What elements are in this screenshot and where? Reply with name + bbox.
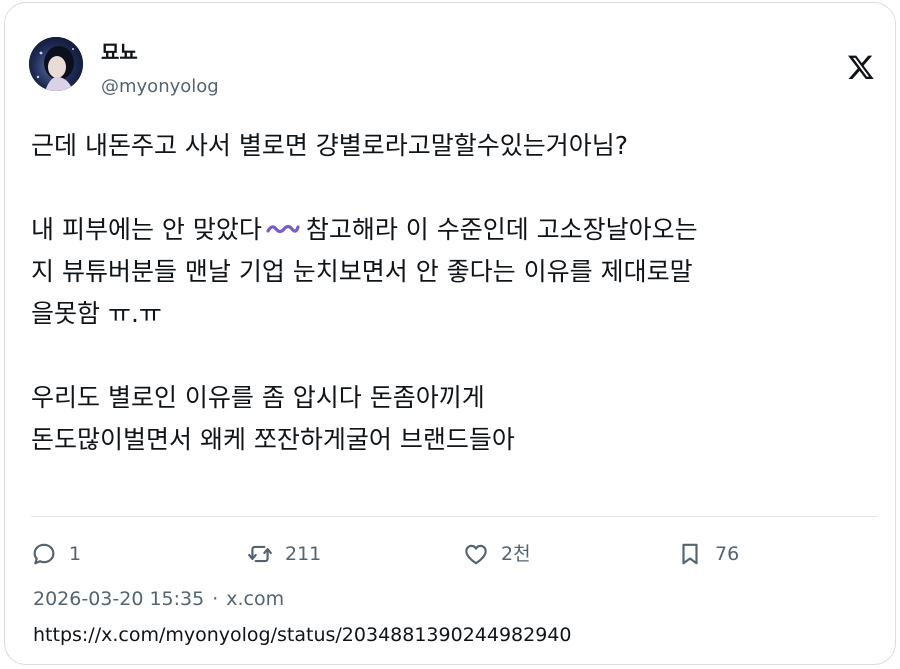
- tweet-line: 을못함 ㅠ.ㅠ: [31, 299, 162, 328]
- reply-button[interactable]: 1: [31, 538, 81, 570]
- tweet-text: 근데 내돈주고 사서 별로면 걍별로라고말할수있는거아님? 내 피부에는 안 맞…: [31, 125, 881, 461]
- repost-button[interactable]: 211: [247, 538, 321, 570]
- tweet-line: 돈도많이벌면서 왜케 쪼잔하게굴어 브랜드들아: [31, 425, 515, 454]
- avatar[interactable]: [29, 37, 83, 91]
- timestamp[interactable]: 2026-03-20 15:35: [33, 588, 204, 610]
- tweet-line: 지 뷰튜버분들 맨날 기업 눈치보면서 안 좋다는 이유를 제대로말: [31, 257, 693, 286]
- tweet-card: 묘뇨 @myonyolog 근데 내돈주고 사서 별로면 걍별로라고말할수있는거…: [4, 2, 896, 665]
- tweet-line: 우리도 별로인 이유를 좀 압시다 돈좀아끼게: [31, 383, 485, 412]
- wavy-dash-icon: [266, 224, 300, 234]
- divider: [31, 516, 877, 517]
- repost-count: 211: [285, 543, 322, 565]
- tweet-line: 근데 내돈주고 사서 별로면 걍별로라고말할수있는거아님?: [31, 131, 629, 160]
- heart-icon: [465, 544, 487, 565]
- bookmark-count: 76: [715, 543, 740, 565]
- like-button[interactable]: 2천: [463, 538, 531, 570]
- tweet-meta: 2026-03-20 15:35 · x.com: [33, 587, 284, 611]
- bookmark-icon: [682, 543, 698, 565]
- display-name[interactable]: 묘뇨: [101, 39, 138, 65]
- user-handle[interactable]: @myonyolog: [101, 75, 219, 99]
- bookmark-button[interactable]: 76: [677, 538, 739, 570]
- reply-icon: [33, 543, 55, 565]
- repost-icon: [248, 545, 272, 563]
- source-link[interactable]: x.com: [226, 588, 284, 610]
- tweet-line-with-emoji: 내 피부에는 안 맞았다 참고해라 이 수준인데 고소장날아오는: [31, 209, 881, 251]
- x-logo-icon[interactable]: [847, 53, 875, 81]
- avatar-image: [29, 37, 83, 91]
- like-count: 2천: [501, 543, 531, 565]
- status-url[interactable]: https://x.com/myonyolog/status/203488139…: [33, 623, 572, 647]
- tweet-line-part: 참고해라 이 수준인데 고소장날아오는: [305, 215, 698, 244]
- tweet-line-part: 내 피부에는 안 맞았다: [31, 215, 262, 244]
- meta-separator: ·: [212, 588, 219, 610]
- reply-count: 1: [69, 543, 82, 565]
